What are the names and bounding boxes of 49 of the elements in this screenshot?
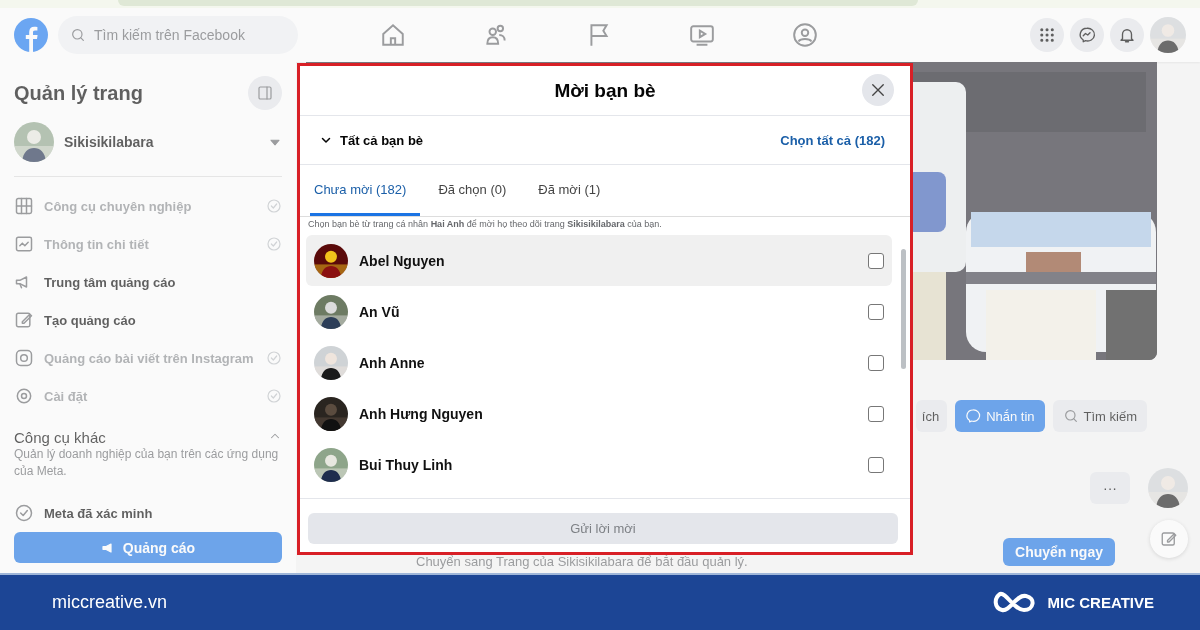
messenger-icon [1078, 26, 1096, 44]
settings-icon [14, 386, 34, 406]
notifications-button[interactable] [1110, 18, 1144, 52]
instagram-icon [14, 348, 34, 368]
messenger-button[interactable] [1070, 18, 1104, 52]
friend-name: Bui Thuy Linh [359, 456, 454, 473]
grid-icon [1038, 26, 1056, 44]
facebook-logo[interactable] [14, 18, 48, 52]
search-field[interactable]: Tìm kiếm trên Facebook [58, 16, 298, 54]
search-button[interactable]: Tìm kiếm [1052, 400, 1147, 432]
insights-icon [14, 234, 34, 254]
page-switcher[interactable]: Sikisikilabara [14, 122, 282, 177]
video-icon[interactable] [689, 22, 715, 48]
menu-button[interactable] [1030, 18, 1064, 52]
check-circle-icon [266, 350, 282, 366]
chart-icon [14, 196, 34, 216]
messenger-icon [965, 408, 982, 424]
sidebar-title: Quản lý trang [14, 81, 143, 105]
section-title: Công cụ khác [14, 429, 106, 446]
sidebar-icon [257, 85, 273, 101]
home-icon[interactable] [380, 22, 406, 48]
friend-row[interactable]: Bui Thuy Linh [306, 439, 892, 490]
check-circle-icon [266, 198, 282, 214]
sidebar-item[interactable]: Meta đã xác minh [14, 494, 282, 532]
bell-icon [1118, 26, 1136, 44]
page-name: Sikisikilabara [64, 134, 155, 150]
collapse-button[interactable] [248, 76, 282, 110]
search-icon [70, 27, 86, 43]
sidebar-item[interactable]: Trung tâm quảng cáo [14, 263, 282, 301]
brand-name: MIC CREATIVE [1047, 594, 1154, 611]
edit-icon [1160, 530, 1178, 548]
site-url: miccreative.vn [52, 592, 168, 613]
section-description: Quản lý doanh nghiệp của bạn trên các ứng dụng của Meta. [14, 446, 280, 480]
compose-button[interactable] [1150, 520, 1188, 558]
switch-notice: Chuyển sang Trang của Sikisikilabara để bắt đầu quản lý. [416, 555, 748, 569]
friend-name: Anh Hưng Nguyen [359, 405, 484, 422]
friend-row[interactable]: Anh Hưng Nguyen [306, 388, 892, 439]
verified-icon [14, 503, 34, 523]
search-icon [1062, 408, 1079, 424]
profile-icon[interactable] [792, 22, 818, 48]
checkbox[interactable] [868, 405, 884, 422]
action-button[interactable]: ích [915, 400, 948, 432]
more-button[interactable]: ··· [1090, 472, 1130, 504]
check-circle-icon [266, 388, 282, 404]
sidebar-item[interactable]: Tạo quảng cáo [14, 301, 282, 339]
checkbox[interactable] [868, 456, 884, 473]
check-circle-icon [266, 236, 282, 252]
search-input[interactable]: Tìm kiếm trên Facebook [92, 26, 282, 44]
edit-icon [14, 310, 34, 330]
